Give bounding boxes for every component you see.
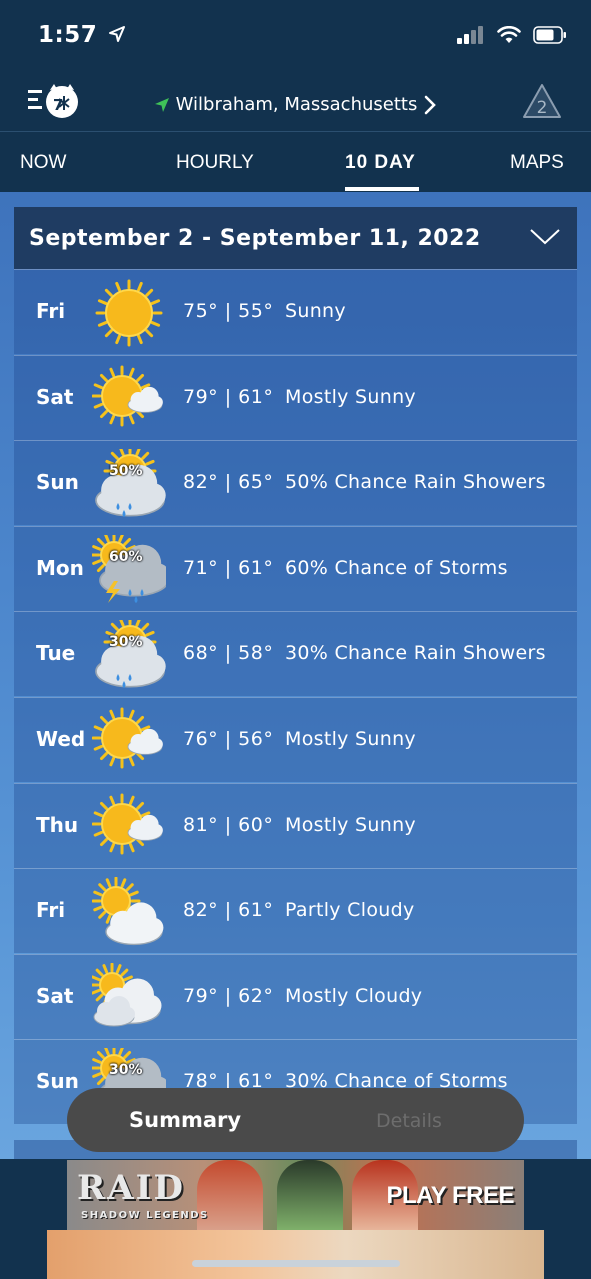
forecast-row-7[interactable]: Thu 81° | 60° Mostly Sunny bbox=[14, 782, 577, 868]
status-bar: 1:57 bbox=[0, 0, 591, 72]
day-name: Wed bbox=[36, 727, 86, 751]
condition-text: Mostly Sunny bbox=[285, 728, 416, 750]
forecast-row-4[interactable]: Mon 60% 71° | 61° 60% Chance of Storms bbox=[14, 525, 577, 611]
forecast-row-6[interactable]: Wed 76° | 56° Mostly Sunny bbox=[14, 697, 577, 782]
alerts-count: 2 bbox=[537, 98, 548, 118]
tab-10-day[interactable]: 10 DAY bbox=[345, 152, 416, 174]
precip-chance-badge: 30% bbox=[109, 634, 143, 651]
tab-bar: NOW HOURLY 10 DAY MAPS bbox=[0, 132, 591, 192]
tab-maps[interactable]: MAPS bbox=[510, 152, 564, 174]
partly-cloudy-icon bbox=[91, 876, 166, 947]
day-name: Fri bbox=[36, 299, 66, 323]
condition-text: Mostly Sunny bbox=[285, 385, 416, 408]
day-name: Thu bbox=[36, 812, 79, 837]
day-name: Sun bbox=[36, 1069, 79, 1094]
forecast-row-5[interactable]: Tue 30% 68° | 58° 30% Chance Rain Showers bbox=[14, 611, 577, 697]
condition-text: 50% Chance Rain Showers bbox=[285, 471, 546, 494]
battery-icon bbox=[533, 26, 566, 44]
forecast-row-1[interactable]: Fri 75° | 55° Sunny bbox=[14, 269, 577, 354]
ad-cta: PLAY FREE bbox=[386, 1182, 514, 1209]
temp-high-low: 81° | 60° bbox=[183, 813, 274, 836]
location-arrow-icon bbox=[108, 26, 125, 42]
date-range-header[interactable]: September 2 - September 11, 2022 bbox=[14, 207, 577, 269]
precip-chance-badge: 50% bbox=[109, 463, 143, 480]
tab-now[interactable]: NOW bbox=[20, 152, 66, 174]
cellular-signal-icon bbox=[457, 26, 483, 44]
location-selector[interactable]: Wilbraham, Massachusetts bbox=[0, 94, 591, 118]
day-name: Sat bbox=[36, 384, 74, 409]
forecast-row-3[interactable]: Sun 50% 82° | 65° 50% Chance Rain Showers bbox=[14, 440, 577, 526]
day-name: Tue bbox=[36, 641, 76, 666]
mostly-sunny-icon bbox=[91, 364, 166, 434]
ad-secondary-image bbox=[47, 1230, 544, 1279]
summary-toggle-button[interactable]: Summary bbox=[129, 1108, 241, 1132]
temp-high-low: 82° | 61° bbox=[183, 899, 274, 922]
status-time: 1:57 bbox=[38, 22, 126, 48]
thunderstorm-icon bbox=[90, 531, 170, 605]
rain-showers-icon bbox=[92, 444, 166, 519]
temp-high-low: 75° | 55° bbox=[183, 300, 274, 322]
ad-figure-2 bbox=[277, 1160, 343, 1230]
ad-banner[interactable]: RAID SHADOW LEGENDS PLAY FREE bbox=[67, 1160, 524, 1230]
chevron-down-icon bbox=[530, 229, 560, 245]
condition-text: Partly Cloudy bbox=[285, 899, 415, 922]
temp-high-low: 71° | 61° bbox=[183, 556, 274, 579]
condition-text: 60% Chance of Storms bbox=[285, 556, 508, 579]
location-name: Wilbraham, Massachusetts bbox=[175, 94, 418, 115]
alerts-button[interactable]: 2 bbox=[521, 82, 563, 124]
home-indicator bbox=[192, 1260, 400, 1267]
day-name: Sun bbox=[36, 470, 79, 495]
forecast-row-9[interactable]: Sat 79° | 62° Mostly Cloudy bbox=[14, 953, 577, 1039]
mostly-sunny-icon bbox=[91, 706, 166, 776]
temp-high-low: 79° | 61° bbox=[183, 385, 274, 408]
mostly-sunny-icon bbox=[91, 792, 166, 862]
forecast-row-2[interactable]: Sat 79° | 61° Mostly Sunny bbox=[14, 354, 577, 440]
condition-text: Mostly Cloudy bbox=[285, 984, 423, 1007]
day-name: Sat bbox=[36, 983, 74, 1008]
forecast-panel: September 2 - September 11, 2022 Fri 75° … bbox=[14, 207, 577, 1127]
details-toggle-button[interactable]: Details bbox=[376, 1110, 442, 1132]
condition-text: Sunny bbox=[285, 300, 346, 322]
wifi-icon bbox=[497, 26, 521, 43]
date-range-title: September 2 - September 11, 2022 bbox=[29, 226, 481, 251]
day-name: Mon bbox=[36, 555, 84, 580]
forecast-content: September 2 - September 11, 2022 Fri 75° … bbox=[0, 192, 591, 1159]
condition-text: Mostly Sunny bbox=[285, 813, 416, 836]
temp-high-low: 68° | 58° bbox=[183, 642, 274, 665]
temp-high-low: 76° | 56° bbox=[183, 728, 274, 750]
precip-chance-badge: 30% bbox=[109, 1062, 143, 1079]
ad-tagline: SHADOW LEGENDS bbox=[81, 1210, 209, 1221]
ad-brand-logo: RAID bbox=[77, 1168, 186, 1208]
location-arrow-icon bbox=[154, 97, 169, 112]
active-tab-indicator bbox=[345, 187, 419, 191]
alert-triangle-icon: 2 bbox=[523, 84, 561, 118]
status-icons bbox=[457, 26, 567, 44]
temp-high-low: 79° | 62° bbox=[183, 984, 274, 1007]
precip-chance-badge: 60% bbox=[109, 548, 143, 565]
forecast-row-8[interactable]: Fri 82° | 61° Partly Cloudy bbox=[14, 868, 577, 954]
mostly-cloudy-icon bbox=[89, 962, 166, 1033]
temp-high-low: 82° | 65° bbox=[183, 471, 274, 494]
app-header: 7 Wilbraham, Massachusetts 2 bbox=[0, 72, 591, 132]
day-name: Fri bbox=[36, 898, 66, 923]
chevron-right-icon bbox=[425, 95, 437, 114]
condition-text: 30% Chance Rain Showers bbox=[285, 642, 546, 665]
tab-hourly[interactable]: HOURLY bbox=[176, 152, 254, 174]
view-toggle: Summary Details bbox=[67, 1088, 524, 1152]
sunny-icon bbox=[92, 278, 166, 348]
rain-showers-icon bbox=[92, 615, 166, 690]
